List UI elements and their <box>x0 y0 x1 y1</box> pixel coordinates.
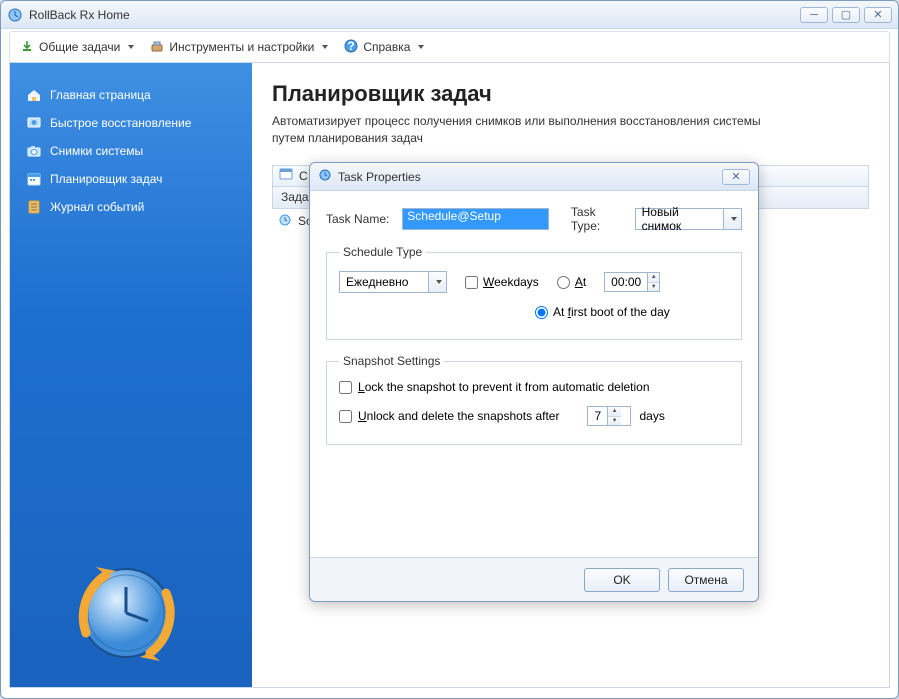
weekdays-check-input[interactable] <box>465 276 478 289</box>
unlock-delete-checkbox[interactable]: Unlock and delete the snapshots after <box>339 409 559 423</box>
toolbar-label: Справка <box>363 40 410 54</box>
sidebar-item-home[interactable]: Главная страница <box>20 81 242 109</box>
ok-button[interactable]: OK <box>584 568 660 592</box>
task-name-row: Task Name: Schedule@Setup Task Type: Нов… <box>326 205 742 233</box>
sidebar-item-label: Планировщик задач <box>50 172 162 186</box>
dialog-close-button[interactable]: ✕ <box>722 169 750 185</box>
app-icon <box>7 7 23 23</box>
sidebar-item-log[interactable]: Журнал событий <box>20 193 242 221</box>
dialog-title: Task Properties <box>338 170 421 184</box>
task-type-select[interactable]: Новый снимок <box>635 208 742 230</box>
minimize-button[interactable]: ─ <box>800 7 828 23</box>
snapshot-settings-legend: Snapshot Settings <box>339 354 444 368</box>
toolbar-label: Инструменты и настройки <box>169 40 314 54</box>
dialog-body: Task Name: Schedule@Setup Task Type: Нов… <box>310 191 758 445</box>
cancel-button[interactable]: Отмена <box>668 568 744 592</box>
page-description: Автоматизирует процесс получения снимков… <box>272 113 792 147</box>
sidebar-item-snapshots[interactable]: Снимки системы <box>20 137 242 165</box>
at-time-spinner[interactable]: 00:00 ▲▼ <box>604 272 660 292</box>
help-icon: ? <box>344 39 358 56</box>
calendar-icon <box>26 171 42 187</box>
first-boot-radio-input[interactable] <box>535 306 548 319</box>
unlock-check-input[interactable] <box>339 410 352 423</box>
sidebar-item-scheduler[interactable]: Планировщик задач <box>20 165 242 193</box>
page-title: Планировщик задач <box>272 81 869 107</box>
tab-label[interactable]: С <box>299 169 308 183</box>
restore-icon <box>26 115 42 131</box>
home-icon <box>26 87 42 103</box>
camera-icon <box>26 143 42 159</box>
sidebar: Главная страница Быстрое восстановление … <box>10 63 252 687</box>
help-menu[interactable]: ? Справка <box>344 39 424 56</box>
dialog-title-bar: Task Properties ✕ <box>310 163 758 191</box>
dialog-icon <box>318 168 332 185</box>
task-name-label: Task Name: <box>326 212 394 226</box>
chevron-down-icon <box>428 272 446 292</box>
spinner-arrows[interactable]: ▲▼ <box>647 273 659 291</box>
tools-icon <box>150 39 164 56</box>
at-radio-input[interactable] <box>557 276 570 289</box>
svg-text:?: ? <box>348 39 355 53</box>
sidebar-item-restore[interactable]: Быстрое восстановление <box>20 109 242 137</box>
log-icon <box>26 199 42 215</box>
calendar-small-icon <box>279 167 293 184</box>
sidebar-item-label: Главная страница <box>50 88 151 102</box>
sidebar-item-label: Журнал событий <box>50 200 144 214</box>
chevron-down-icon <box>128 45 134 49</box>
app-window: RollBack Rx Home ─ ▢ ✕ Общие задачи Инст… <box>0 0 899 699</box>
task-properties-dialog: Task Properties ✕ Task Name: Schedule@Se… <box>309 162 759 602</box>
window-title: RollBack Rx Home <box>29 8 130 22</box>
toolbar: Общие задачи Инструменты и настройки ? С… <box>9 31 890 63</box>
maximize-button[interactable]: ▢ <box>832 7 860 23</box>
first-boot-radio[interactable]: At first boot of the day <box>535 305 670 319</box>
schedule-frequency-select[interactable]: Ежедневно <box>339 271 447 293</box>
weekdays-checkbox[interactable]: Weekdays <box>465 275 539 289</box>
snapshot-settings-group: Snapshot Settings Lock the snapshot to p… <box>326 354 742 445</box>
task-icon <box>278 213 292 230</box>
toolbar-label: Общие задачи <box>39 40 120 54</box>
window-controls: ─ ▢ ✕ <box>800 7 892 23</box>
common-tasks-menu[interactable]: Общие задачи <box>20 39 134 56</box>
tools-settings-menu[interactable]: Инструменты и настройки <box>150 39 328 56</box>
at-time-radio[interactable]: At <box>557 275 586 289</box>
task-name-input[interactable]: Schedule@Setup <box>402 208 549 230</box>
chevron-down-icon <box>322 45 328 49</box>
chevron-down-icon <box>418 45 424 49</box>
title-bar: RollBack Rx Home ─ ▢ ✕ <box>1 1 898 29</box>
dialog-footer: OK Отмена <box>310 557 758 601</box>
days-spinner[interactable]: 7 ▲▼ <box>587 406 631 426</box>
download-icon <box>20 39 34 56</box>
spinner-arrows[interactable]: ▲▼ <box>607 407 621 425</box>
schedule-type-group: Schedule Type Ежедневно Weekdays At <box>326 245 742 340</box>
schedule-type-legend: Schedule Type <box>339 245 426 259</box>
app-logo <box>66 553 186 673</box>
days-unit-label: days <box>639 409 664 423</box>
lock-check-input[interactable] <box>339 381 352 394</box>
close-button[interactable]: ✕ <box>864 7 892 23</box>
sidebar-item-label: Быстрое восстановление <box>50 116 191 130</box>
lock-snapshot-checkbox[interactable]: Lock the snapshot to prevent it from aut… <box>339 380 650 394</box>
chevron-down-icon <box>723 209 741 229</box>
sidebar-item-label: Снимки системы <box>50 144 143 158</box>
task-type-label: Task Type: <box>571 205 627 233</box>
